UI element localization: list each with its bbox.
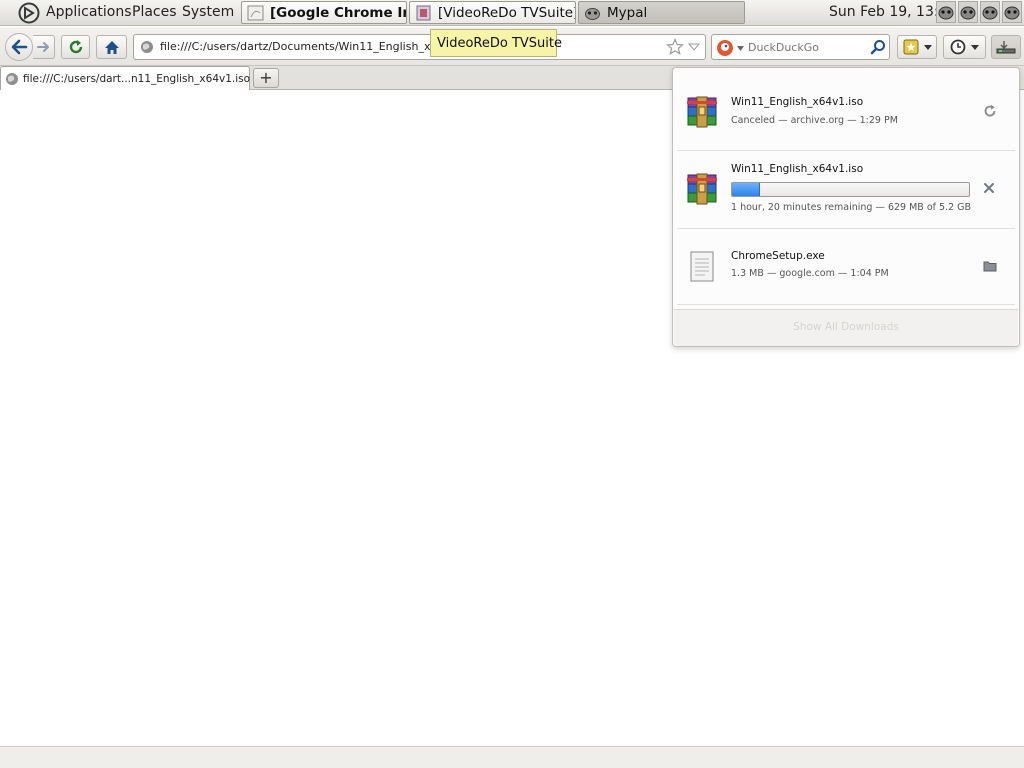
cancel-icon[interactable]: [983, 182, 995, 194]
search-placeholder: DuckDuckGo: [748, 41, 819, 54]
taskbar-tooltip: VideoReDo TVSuite: [430, 29, 562, 57]
search-engine-selector[interactable]: [716, 39, 746, 56]
applications-menu[interactable]: Applications: [46, 4, 132, 20]
chevron-down-icon: [737, 46, 744, 51]
clock-icon: [950, 39, 966, 55]
back-button[interactable]: [5, 33, 33, 61]
bookmark-star-icon[interactable]: [666, 38, 684, 56]
download-filename: Win11_English_x64v1.iso: [731, 96, 864, 108]
places-menu[interactable]: Places: [132, 4, 177, 20]
download-arrow-icon: [996, 41, 1016, 54]
home-icon: [104, 40, 119, 54]
taskbar-item-mypal[interactable]: Mypal: [578, 1, 745, 24]
system-menu[interactable]: System: [182, 4, 234, 20]
taskbar-item-label: Mypal: [607, 5, 648, 21]
home-button[interactable]: [96, 35, 127, 59]
url-bar[interactable]: file:///C:/users/dartz/Documents/Win11_E…: [133, 34, 706, 60]
videoredo-icon: [416, 5, 431, 21]
search-bar[interactable]: DuckDuckGo: [711, 34, 890, 60]
downloads-panel: Win11_English_x64v1.iso Canceled — archi…: [672, 67, 1020, 347]
mypal-icon: [585, 8, 600, 20]
download-filename: Win11_English_x64v1.iso: [731, 163, 864, 175]
url-text: file:///C:/users/dartz/Documents/Win11_E…: [160, 40, 445, 53]
download-item[interactable]: Win11_English_x64v1.iso 1 hour, 20 minut…: [677, 156, 1015, 226]
taskbar-item-label: [Google Chrome In...: [270, 5, 406, 21]
bookmarks-menu-button[interactable]: [897, 35, 937, 59]
search-icon[interactable]: [870, 39, 886, 55]
distro-logo-icon[interactable]: [18, 2, 40, 24]
bookmarks-icon: [903, 39, 918, 55]
reload-button[interactable]: [61, 35, 90, 59]
download-progress-fill: [732, 183, 761, 196]
chevron-down-icon: [971, 44, 979, 50]
globe-icon: [141, 41, 153, 53]
chevron-down-icon: [923, 44, 932, 50]
forward-button[interactable]: [33, 35, 55, 59]
tray-raccoon-icon[interactable]: [958, 1, 978, 23]
taskbar-item-videoredo[interactable]: [VideoReDo TVSuite]: [409, 1, 576, 24]
downloads-button[interactable]: [991, 35, 1021, 59]
tray-raccoon-icon[interactable]: [980, 1, 1000, 23]
download-status: 1.3 MB — google.com — 1:04 PM: [731, 268, 889, 279]
back-arrow-icon: [11, 39, 28, 55]
separator: [677, 228, 1015, 229]
window-icon: [247, 5, 264, 21]
folder-icon[interactable]: [983, 260, 997, 272]
tray-raccoon-icon[interactable]: [936, 1, 956, 23]
url-history-dropdown-icon[interactable]: [688, 39, 700, 55]
tab-win11-iso[interactable]: file:///C:/users/dart...n11_English_x64v…: [0, 66, 250, 90]
separator: [677, 304, 1015, 305]
duckduckgo-icon: [717, 40, 733, 56]
winrar-archive-icon: [687, 173, 717, 205]
tab-label: file:///C:/users/dart...n11_English_x64v…: [23, 73, 251, 85]
history-menu-button[interactable]: [943, 35, 986, 59]
download-status: Canceled — archive.org — 1:29 PM: [731, 115, 898, 126]
new-tab-button[interactable]: +: [253, 68, 279, 88]
download-item[interactable]: Win11_English_x64v1.iso Canceled — archi…: [677, 88, 1015, 148]
taskbar-item-label: [VideoReDo TVSuite]: [438, 5, 576, 21]
download-status: 1 hour, 20 minutes remaining — 629 MB of…: [731, 202, 972, 213]
generic-file-icon: [690, 251, 714, 282]
forward-arrow-icon: [36, 42, 49, 52]
status-bar: [0, 746, 1024, 768]
show-all-downloads-button[interactable]: Show All Downloads: [674, 309, 1018, 346]
globe-icon: [6, 73, 18, 85]
reload-icon: [69, 40, 82, 54]
retry-icon[interactable]: [983, 104, 997, 118]
tray-raccoon-icon[interactable]: [1002, 1, 1022, 23]
download-item[interactable]: ChromeSetup.exe 1.3 MB — google.com — 1:…: [677, 240, 1015, 300]
download-progress-bar: [731, 182, 970, 197]
separator: [677, 150, 1015, 151]
winrar-archive-icon: [687, 96, 717, 128]
download-filename: ChromeSetup.exe: [731, 250, 825, 262]
top-panel: Applications Places System [Google Chrom…: [0, 0, 1024, 26]
taskbar-item-chrome[interactable]: [Google Chrome In...: [241, 1, 407, 24]
